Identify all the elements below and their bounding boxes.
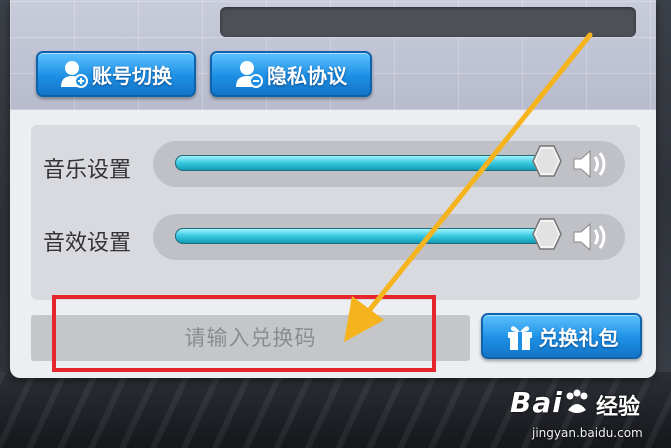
music-slider-fill <box>175 155 548 171</box>
watermark-url: jingyan.baidu.com <box>532 426 643 440</box>
user-privacy-icon <box>236 61 263 88</box>
switch-account-label: 账号切换 <box>92 63 172 88</box>
baidu-watermark: Bai 经验 jingyan.baidu.com <box>510 386 660 446</box>
music-slider-track[interactable] <box>175 155 555 171</box>
paw-icon <box>566 389 588 413</box>
redeem-gift-label: 兑换礼包 <box>538 325 619 350</box>
user-switch-icon <box>61 61 88 88</box>
effect-volume-slider[interactable] <box>153 214 625 260</box>
privacy-policy-label: 隐私协议 <box>267 63 347 88</box>
music-volume-slider[interactable] <box>153 141 625 187</box>
effect-slider-fill <box>175 228 548 244</box>
redeem-gift-button[interactable]: 兑换礼包 <box>481 313 642 359</box>
effect-slider-track[interactable] <box>175 228 555 244</box>
privacy-policy-button[interactable]: 隐私协议 <box>210 51 372 97</box>
gift-icon <box>507 326 532 350</box>
music-setting-label: 音乐设置 <box>43 158 132 183</box>
speaker-icon[interactable] <box>571 220 615 254</box>
watermark-brand-cn: 经验 <box>596 395 641 420</box>
player-name-field <box>220 7 636 37</box>
switch-account-button[interactable]: 账号切换 <box>36 51 196 97</box>
music-slider-knob[interactable] <box>532 145 563 177</box>
speaker-icon[interactable] <box>571 147 615 181</box>
redeem-code-input[interactable] <box>31 315 470 361</box>
effect-setting-label: 音效设置 <box>43 231 132 256</box>
watermark-brand: Bai <box>510 386 563 419</box>
effect-slider-knob[interactable] <box>532 218 563 250</box>
